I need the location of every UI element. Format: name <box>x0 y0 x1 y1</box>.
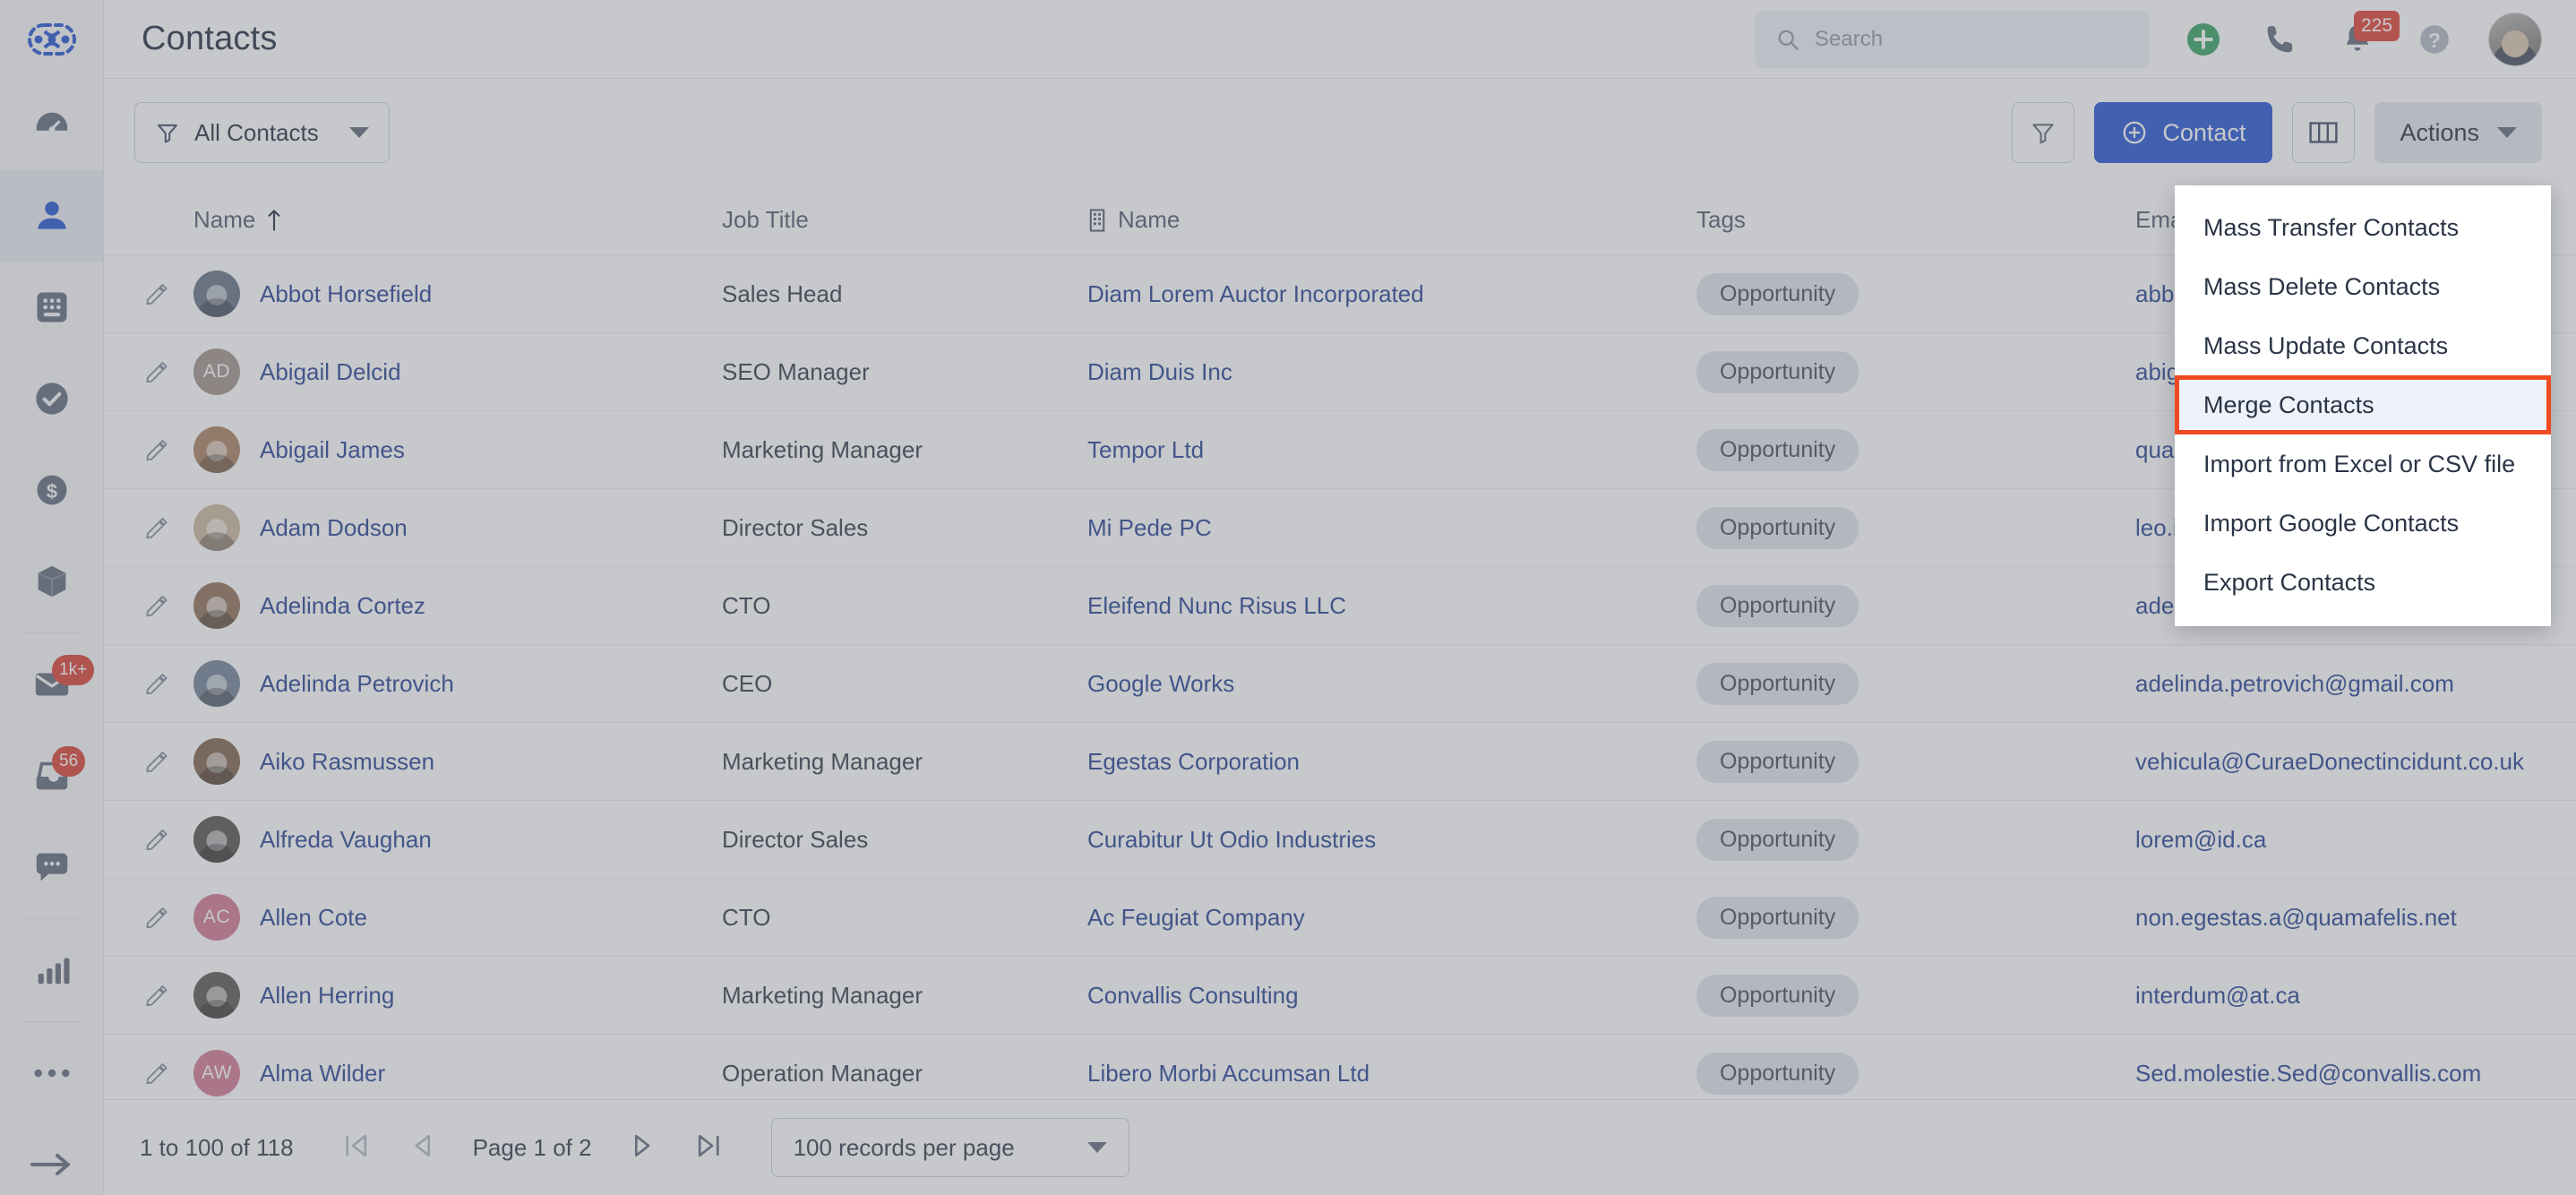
menu-item-merge-contacts[interactable]: Merge Contacts <box>2175 375 2551 434</box>
menu-item-import-google-contacts[interactable]: Import Google Contacts <box>2175 494 2551 553</box>
menu-item-import-from-excel-or-csv-file[interactable]: Import from Excel or CSV file <box>2175 434 2551 494</box>
menu-item-mass-delete-contacts[interactable]: Mass Delete Contacts <box>2175 257 2551 316</box>
menu-item-export-contacts[interactable]: Export Contacts <box>2175 553 2551 612</box>
actions-dropdown-menu: Mass Transfer Contacts Mass Delete Contac… <box>2175 185 2551 626</box>
crm-contacts-page: $ 1k+ 56 Contacts Search 225 ? All Conta… <box>0 0 2576 1195</box>
menu-item-mass-update-contacts[interactable]: Mass Update Contacts <box>2175 316 2551 375</box>
menu-item-mass-transfer-contacts[interactable]: Mass Transfer Contacts <box>2175 198 2551 257</box>
